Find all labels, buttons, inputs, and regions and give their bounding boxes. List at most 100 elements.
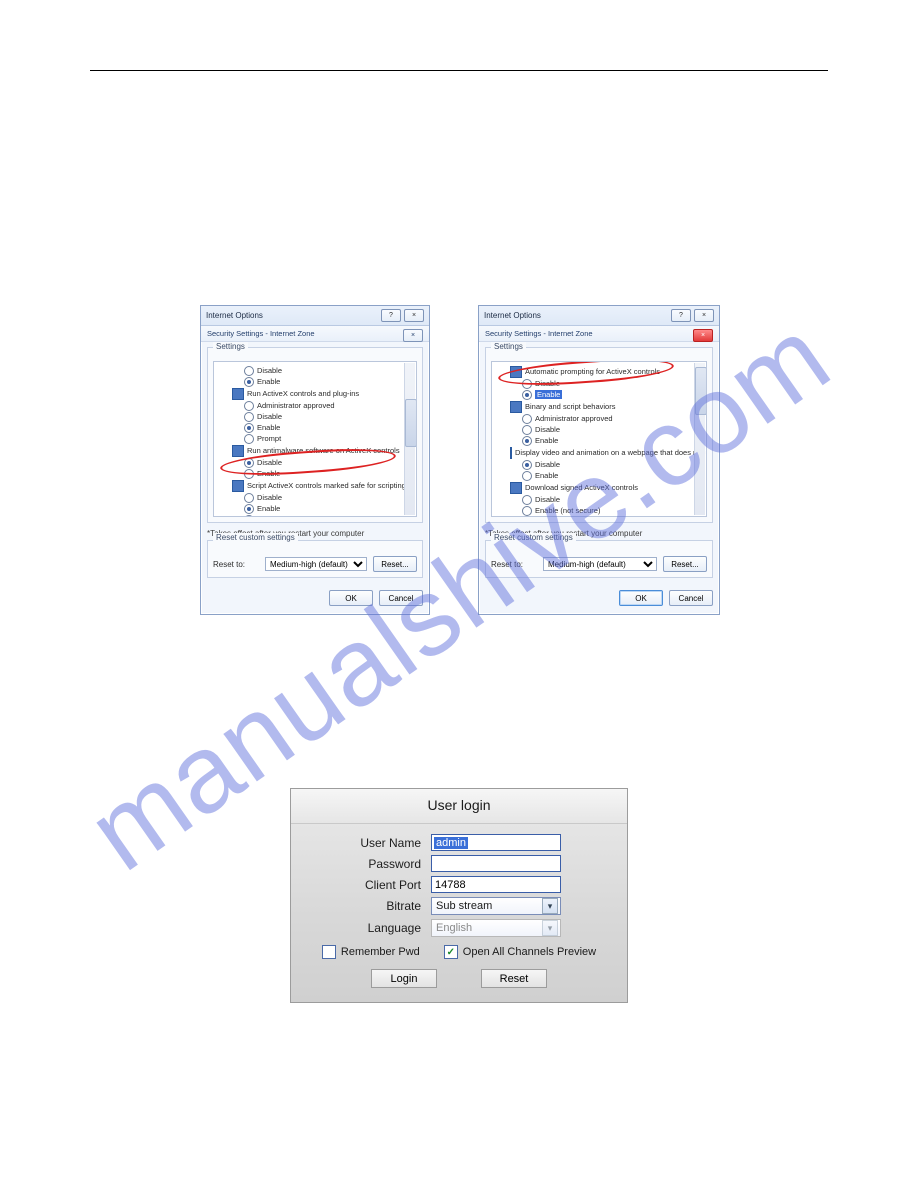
reset-legend: Reset custom settings (491, 533, 576, 542)
chevron-down-icon: ▾ (542, 920, 558, 936)
user-login-dialog: User login User Name admin Password Clie… (290, 788, 628, 1003)
chevron-down-icon: ▾ (542, 898, 558, 914)
tree-item-label: Administrator approved (535, 414, 613, 423)
close-icon[interactable]: × (404, 309, 424, 322)
tree-category: Download signed ActiveX controls (510, 481, 703, 494)
reset-to-label: Reset to: (213, 560, 259, 569)
child-close-icon[interactable]: × (403, 329, 423, 342)
tree-item-label: Enable (257, 504, 280, 513)
bitrate-select[interactable]: Sub stream ▾ (431, 897, 561, 915)
help-icon[interactable]: ? (671, 309, 691, 322)
radio-icon[interactable] (522, 471, 532, 481)
tree-category: Run ActiveX controls and plug-ins (232, 387, 413, 400)
radio-icon[interactable] (244, 377, 254, 387)
tree-item-label: Disable (257, 412, 282, 421)
internet-options-dialog-right: Internet Options ? × Security Settings -… (478, 305, 720, 615)
security-settings-tree[interactable]: DisableEnableRun ActiveX controls and pl… (213, 361, 417, 517)
ok-button[interactable]: OK (329, 590, 373, 606)
bitrate-label: Bitrate (311, 899, 431, 913)
client-port-input[interactable] (431, 876, 561, 893)
cancel-button[interactable]: Cancel (669, 590, 713, 606)
child-title-text: Security Settings - Internet Zone (207, 329, 315, 338)
settings-legend: Settings (213, 342, 248, 351)
tree-item-label: Enable (not secure) (535, 506, 600, 515)
remember-pwd-checkbox[interactable] (322, 945, 336, 959)
tree-item-label: Disable (535, 460, 560, 469)
tree-option[interactable]: Disable (244, 492, 413, 503)
radio-icon[interactable] (522, 390, 532, 400)
language-select[interactable]: English ▾ (431, 919, 561, 937)
reset-button[interactable]: Reset... (663, 556, 707, 572)
reset-level-select[interactable]: Medium-high (default) (543, 557, 657, 571)
tree-item-label: Script ActiveX controls marked safe for … (247, 481, 409, 490)
login-button[interactable]: Login (371, 969, 437, 988)
tree-option[interactable]: Disable (522, 424, 703, 435)
tree-option[interactable]: Enable (244, 376, 413, 387)
username-input[interactable]: admin (431, 834, 561, 851)
category-icon (510, 447, 512, 459)
ok-button[interactable]: OK (619, 590, 663, 606)
reset-level-select[interactable]: Medium-high (default) (265, 557, 367, 571)
tree-option[interactable]: Enable (244, 422, 413, 433)
tree-option[interactable]: Disable (244, 411, 413, 422)
radio-icon[interactable] (522, 517, 532, 518)
radio-icon[interactable] (522, 506, 532, 516)
radio-icon[interactable] (244, 434, 254, 444)
category-icon (232, 445, 244, 457)
scrollbar-thumb[interactable] (405, 399, 417, 447)
reset-button[interactable]: Reset... (373, 556, 417, 572)
tree-item-label: Display video and animation on a webpage… (515, 448, 707, 457)
bitrate-value: Sub stream (436, 900, 492, 912)
tree-category: Binary and script behaviors (510, 400, 703, 413)
reset-button[interactable]: Reset (481, 969, 547, 988)
radio-icon[interactable] (522, 460, 532, 470)
close-icon[interactable]: × (694, 309, 714, 322)
radio-icon[interactable] (522, 425, 532, 435)
radio-icon[interactable] (244, 401, 254, 411)
tree-item-label: Enable (535, 436, 558, 445)
tree-option[interactable]: Prompt (244, 514, 413, 517)
tree-option[interactable]: Disable (522, 459, 703, 470)
radio-icon[interactable] (522, 436, 532, 446)
security-settings-tree[interactable]: Automatic prompting for ActiveX controls… (491, 361, 707, 517)
open-all-channels-checkbox[interactable]: ✓ (444, 945, 458, 959)
tree-option[interactable]: Prompt (recommended) (522, 516, 703, 517)
radio-icon[interactable] (522, 495, 532, 505)
tree-option[interactable]: Disable (522, 494, 703, 505)
tree-option[interactable]: Enable (522, 470, 703, 481)
radio-icon[interactable] (244, 423, 254, 433)
child-title-text: Security Settings - Internet Zone (485, 329, 593, 338)
tree-option[interactable]: Administrator approved (244, 400, 413, 411)
window-title: Internet Options (206, 311, 263, 320)
scrollbar-thumb[interactable] (695, 367, 707, 415)
tree-option[interactable]: Disable (244, 365, 413, 376)
tree-option[interactable]: Enable (not secure) (522, 505, 703, 516)
scrollbar[interactable] (694, 363, 705, 515)
password-input[interactable] (431, 855, 561, 872)
tree-option[interactable]: Enable (522, 435, 703, 446)
radio-icon[interactable] (244, 412, 254, 422)
tree-item-label: Disable (257, 366, 282, 375)
tree-item-label: Enable (257, 377, 280, 386)
tree-item-label: Run ActiveX controls and plug-ins (247, 389, 359, 398)
tree-item-label: Enable (535, 390, 562, 399)
scrollbar[interactable] (404, 363, 415, 515)
radio-icon[interactable] (244, 366, 254, 376)
username-value: admin (434, 837, 468, 849)
tree-option[interactable]: Administrator approved (522, 413, 703, 424)
tree-option[interactable]: Enable (244, 503, 413, 514)
cancel-button[interactable]: Cancel (379, 590, 423, 606)
radio-icon[interactable] (244, 504, 254, 514)
tree-option[interactable]: Prompt (244, 433, 413, 444)
tree-item-label: Enable (257, 423, 280, 432)
tree-item-label: Disable (535, 495, 560, 504)
help-icon[interactable]: ? (381, 309, 401, 322)
radio-icon[interactable] (244, 515, 254, 518)
tree-option[interactable]: Enable (522, 389, 703, 400)
radio-icon[interactable] (244, 493, 254, 503)
radio-icon[interactable] (522, 414, 532, 424)
remember-pwd-label: Remember Pwd (341, 946, 420, 958)
language-value: English (436, 922, 472, 934)
tree-item-label: Administrator approved (257, 401, 335, 410)
child-close-icon[interactable]: × (693, 329, 713, 342)
